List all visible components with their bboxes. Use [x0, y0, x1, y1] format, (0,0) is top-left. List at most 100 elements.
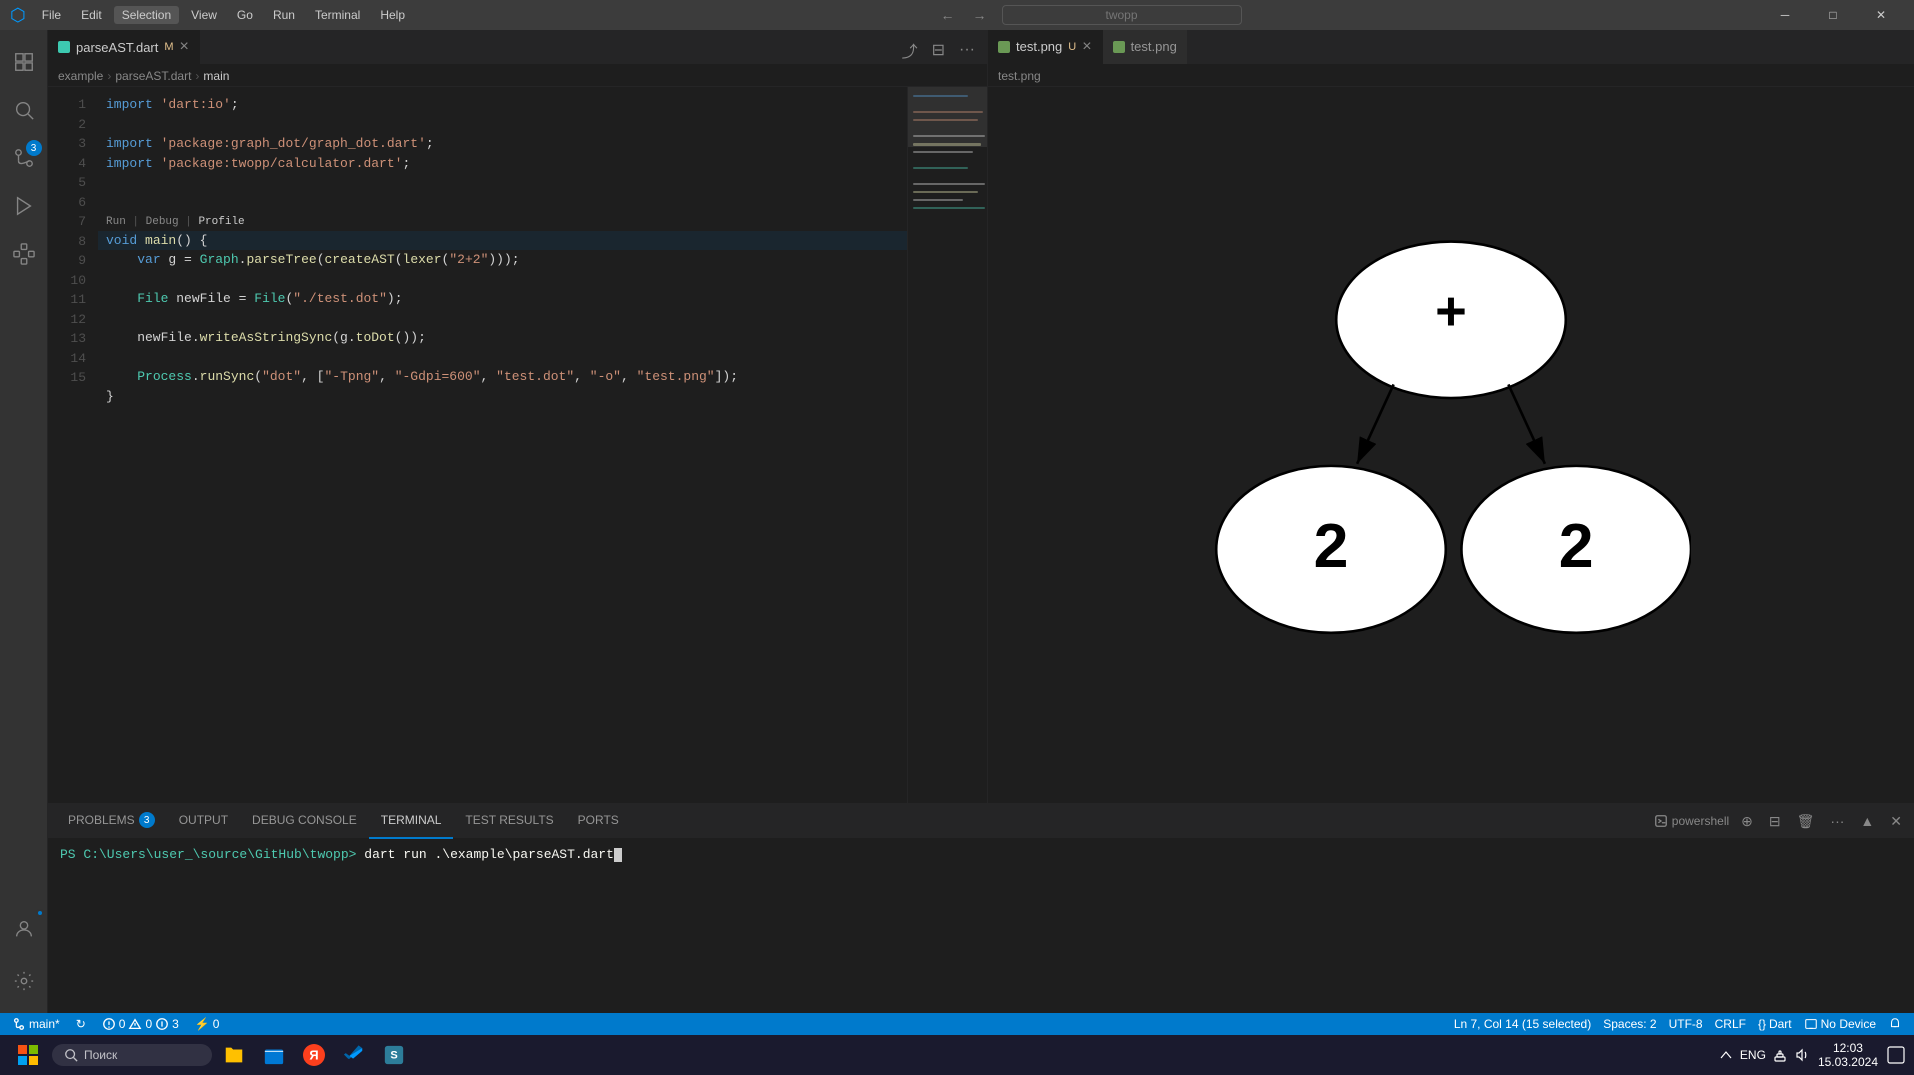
problems-badge: 3: [139, 812, 155, 828]
right-tab-active[interactable]: test.png U ×: [988, 30, 1103, 64]
activity-source-control[interactable]: 3: [0, 134, 48, 182]
right-tab-inactive[interactable]: test.png: [1103, 30, 1187, 64]
more-button[interactable]: ···: [955, 39, 979, 61]
menu-run[interactable]: Run: [265, 6, 303, 24]
code-line-2: [98, 115, 907, 135]
trash-terminal-button[interactable]: 🗑: [1793, 811, 1819, 832]
nav-back[interactable]: ←: [934, 1, 962, 29]
panel-tab-ports[interactable]: PORTS: [566, 804, 631, 839]
taskbar-files[interactable]: [216, 1037, 252, 1073]
menu-edit[interactable]: Edit: [73, 6, 110, 24]
menu-selection[interactable]: Selection: [114, 6, 179, 24]
activity-extensions[interactable]: [0, 230, 48, 278]
add-terminal-button[interactable]: ⊕: [1737, 811, 1757, 832]
terminal-path: PS C:\Users\user_\source\GitHub\twopp>: [60, 847, 356, 862]
code-line-6: [98, 193, 907, 213]
nav-forward[interactable]: →: [966, 1, 994, 29]
breadcrumb-file[interactable]: parseAST.dart: [115, 69, 191, 83]
menu-file[interactable]: File: [34, 6, 69, 24]
tab-parse-ast[interactable]: parseAST.dart M ×: [48, 30, 200, 64]
status-language[interactable]: {} Dart: [1754, 1013, 1796, 1035]
taskbar-right: ENG 12:03 15.03.2024: [1718, 1041, 1906, 1069]
menu-view[interactable]: View: [183, 6, 225, 24]
tab-close[interactable]: ×: [180, 38, 189, 56]
status-notifications[interactable]: [1884, 1013, 1906, 1035]
search-input[interactable]: [1002, 5, 1242, 25]
terminal-command: dart run .\example\parseAST.dart: [364, 847, 614, 862]
code-editor[interactable]: 123456 789101112 131415 import 'dart:io'…: [48, 87, 987, 803]
ast-root-label: +: [1435, 282, 1467, 342]
vscode-icon: ⬡: [10, 5, 26, 26]
menu-terminal[interactable]: Terminal: [307, 6, 368, 24]
left-tab-bar: parseAST.dart M × ⤴ ⊟ ···: [48, 30, 987, 65]
source-control-badge: 3: [26, 140, 42, 156]
maximize-button[interactable]: □: [1810, 0, 1856, 30]
chevron-up-icon[interactable]: [1718, 1047, 1734, 1063]
activity-settings[interactable]: [0, 957, 48, 1005]
breadcrumb-main[interactable]: main: [203, 69, 229, 83]
debug-link[interactable]: Debug: [146, 216, 179, 228]
activity-bottom: [0, 905, 48, 1005]
menu-help[interactable]: Help: [372, 6, 413, 24]
split-button[interactable]: ⊟: [928, 38, 949, 62]
sound-icon: [1794, 1047, 1810, 1063]
right-tab-inactive-filename: test.png: [1131, 39, 1177, 54]
minimize-button[interactable]: ─: [1762, 0, 1808, 30]
tab-filename: parseAST.dart: [76, 40, 158, 55]
right-pane: test.png U × test.png test.png: [988, 30, 1914, 803]
code-content[interactable]: import 'dart:io'; import 'package:graph_…: [98, 87, 907, 803]
left-pane: parseAST.dart M × ⤴ ⊟ ··· example › pars…: [48, 30, 988, 803]
panel-tab-problems[interactable]: PROBLEMS 3: [56, 804, 167, 839]
ast-right-label: 2: [1559, 511, 1594, 581]
breadcrumb-example[interactable]: example: [58, 69, 103, 83]
share-button[interactable]: ⤴: [898, 36, 922, 64]
taskbar-start-button[interactable]: [8, 1037, 48, 1073]
right-tab-filename: test.png: [1016, 39, 1062, 54]
status-line-ending[interactable]: CRLF: [1711, 1013, 1750, 1035]
right-tab-close[interactable]: ×: [1082, 38, 1091, 56]
taskbar-ya[interactable]: Я: [296, 1037, 332, 1073]
panel-tab-test-results[interactable]: TEST RESULTS: [453, 804, 565, 839]
code-line-3: import 'package:graph_dot/graph_dot.dart…: [98, 134, 907, 154]
taskbar-clock[interactable]: 12:03 15.03.2024: [1818, 1041, 1878, 1069]
status-device[interactable]: No Device: [1800, 1013, 1880, 1035]
maximize-panel-button[interactable]: ▲: [1856, 811, 1878, 831]
taskbar-explorer[interactable]: [256, 1037, 292, 1073]
ast-left-label: 2: [1314, 511, 1349, 581]
more-panel-button[interactable]: ···: [1826, 811, 1848, 831]
left-breadcrumb: example › parseAST.dart › main: [48, 65, 987, 87]
status-errors[interactable]: 0 0 3: [98, 1013, 183, 1035]
panel-content[interactable]: PS C:\Users\user_\source\GitHub\twopp> d…: [48, 839, 1914, 1013]
activity-explorer[interactable]: [0, 38, 48, 86]
panel-tab-debug-console[interactable]: DEBUG CONSOLE: [240, 804, 369, 839]
status-position[interactable]: Ln 7, Col 14 (15 selected): [1450, 1013, 1595, 1035]
profile-link[interactable]: Profile: [198, 216, 244, 228]
status-bar: main* ↻ 0 0 3 ⚡ 0 Ln 7, Col 14 (15 selec…: [0, 1013, 1914, 1035]
show-desktop-icon[interactable]: [1886, 1045, 1906, 1065]
taskbar-search-box[interactable]: Поиск: [52, 1044, 212, 1066]
editor-split: parseAST.dart M × ⤴ ⊟ ··· example › pars…: [48, 30, 1914, 803]
status-encoding[interactable]: UTF-8: [1665, 1013, 1707, 1035]
taskbar-vscode[interactable]: [336, 1037, 372, 1073]
status-spaces[interactable]: Spaces: 2: [1599, 1013, 1660, 1035]
code-line-5: [98, 173, 907, 193]
panel-tab-output[interactable]: OUTPUT: [167, 804, 240, 839]
close-button[interactable]: ✕: [1858, 0, 1904, 30]
status-branch[interactable]: main*: [8, 1013, 64, 1035]
taskbar-extra[interactable]: S: [376, 1037, 412, 1073]
activity-search[interactable]: [0, 86, 48, 134]
titlebar-controls: ─ □ ✕: [1762, 0, 1904, 30]
status-sync[interactable]: ↻: [72, 1013, 90, 1035]
activity-account[interactable]: [0, 905, 48, 953]
run-link[interactable]: Run: [106, 216, 126, 228]
panel-tab-terminal[interactable]: TERMINAL: [369, 804, 454, 839]
activity-run[interactable]: [0, 182, 48, 230]
menu-go[interactable]: Go: [229, 6, 261, 24]
split-terminal-button[interactable]: ⊟: [1765, 811, 1785, 832]
ast-left-edge: [1357, 384, 1394, 463]
terminal-cursor: [614, 848, 622, 862]
taskbar: Поиск Я S ENG 12:03 15.03.2024: [0, 1035, 1914, 1075]
branch-name: main*: [29, 1017, 60, 1031]
status-ports[interactable]: ⚡ 0: [191, 1013, 224, 1035]
close-panel-button[interactable]: ✕: [1886, 811, 1906, 832]
